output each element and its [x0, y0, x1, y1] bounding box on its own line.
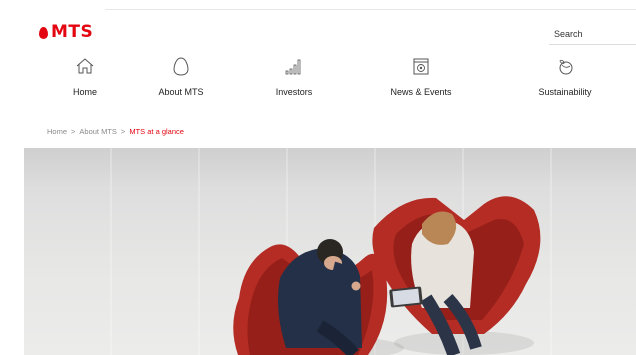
- nav-label-sustainability: Sustainability: [538, 87, 592, 97]
- breadcrumb-about[interactable]: About MTS: [79, 127, 117, 136]
- nav-item-news[interactable]: News & Events: [366, 52, 476, 107]
- header-divider: [105, 9, 636, 10]
- calendar-icon: [413, 58, 429, 75]
- nav-item-home[interactable]: Home: [30, 52, 140, 107]
- egg-icon: [173, 57, 189, 76]
- breadcrumb-current: MTS at a glance: [129, 127, 184, 136]
- hero-image: [24, 148, 636, 355]
- nav-item-about[interactable]: About MTS: [126, 52, 236, 107]
- breadcrumb-separator: >: [71, 127, 76, 136]
- bar-chart-icon: [285, 59, 301, 75]
- breadcrumb: Home > About MTS > MTS at a glance: [47, 127, 184, 136]
- mts-logo[interactable]: MTS: [39, 24, 93, 41]
- nav-label-news: News & Events: [390, 87, 452, 97]
- nav-item-investors[interactable]: Investors: [239, 52, 349, 107]
- logo-text: MTS: [51, 22, 94, 42]
- breadcrumb-separator: >: [120, 127, 126, 136]
- nav-label-about: About MTS: [158, 87, 204, 97]
- globe-plant-icon: [559, 59, 573, 75]
- tablet-device: [389, 286, 423, 308]
- search-input[interactable]: [549, 27, 636, 41]
- nav-label-home: Home: [72, 87, 97, 97]
- nav-label-investors: Investors: [275, 87, 313, 97]
- woman-figure: [411, 211, 482, 355]
- main-nav: Home About MTS Investors News & Events S…: [0, 52, 636, 107]
- egg-logo-icon: [39, 26, 48, 39]
- breadcrumb-home[interactable]: Home: [47, 127, 67, 136]
- home-icon: [76, 58, 94, 74]
- hero-illustration: [233, 196, 541, 355]
- nav-item-sustainability[interactable]: Sustainability: [510, 52, 620, 107]
- search-box[interactable]: [549, 24, 636, 45]
